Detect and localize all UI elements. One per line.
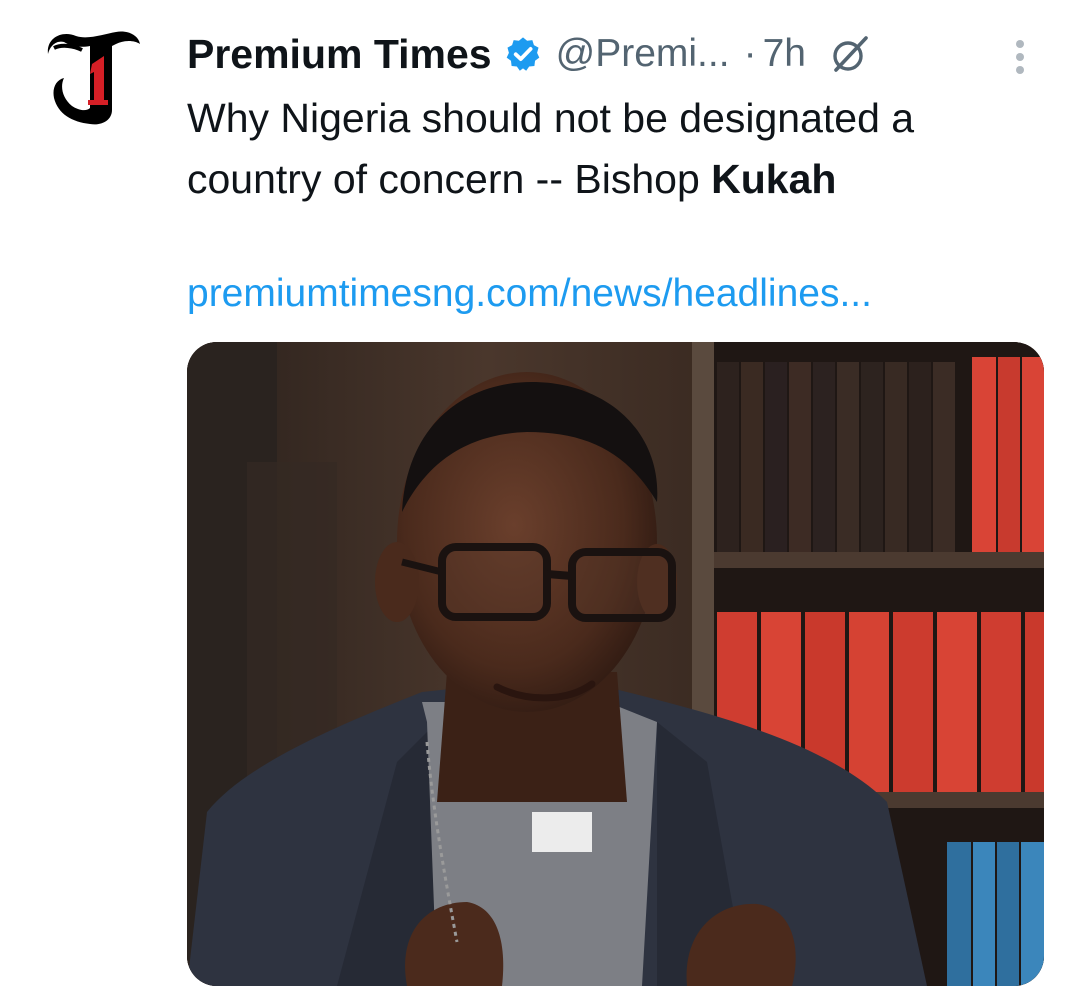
display-name[interactable]: Premium Times (187, 31, 492, 78)
tweet-text: Why Nigeria should not be designated a c… (187, 88, 1047, 210)
tweet-text-bold[interactable]: Kukah (711, 156, 836, 202)
tweet-card[interactable]: Premium Times @Premi... · 7h Why Nigeria… (0, 0, 1080, 994)
tweet-timestamp[interactable]: 7h (763, 32, 806, 76)
account-avatar[interactable] (42, 24, 146, 128)
tweet-header: Premium Times @Premi... · 7h (187, 26, 870, 82)
premium-times-logo-icon (47, 31, 140, 125)
more-options-icon[interactable] (1010, 38, 1030, 78)
photo-illustration (187, 342, 1044, 986)
tweet-media-photo[interactable] (187, 342, 1044, 986)
tweet-link[interactable]: premiumtimesng.com/news/headlines... (187, 272, 872, 316)
account-handle[interactable]: @Premi... (556, 32, 730, 76)
grok-icon[interactable] (830, 34, 870, 74)
verified-badge-icon (504, 35, 542, 73)
header-separator: · (743, 32, 757, 75)
